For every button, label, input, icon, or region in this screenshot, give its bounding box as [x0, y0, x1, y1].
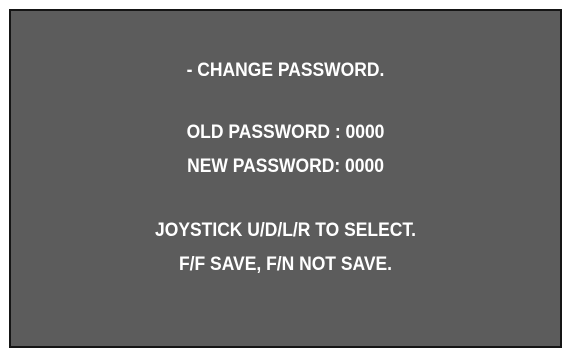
- instruction-select: JOYSTICK U/D/L/R TO SELECT.: [155, 220, 416, 241]
- menu-title: - CHANGE PASSWORD.: [186, 60, 385, 81]
- osd-menu-screen: - CHANGE PASSWORD. OLD PASSWORD : 0000 N…: [9, 9, 562, 348]
- new-password-field[interactable]: NEW PASSWORD: 0000: [33, 156, 538, 178]
- old-password-field[interactable]: OLD PASSWORD : 0000: [33, 122, 538, 144]
- instruction-save: F/F SAVE, F/N NOT SAVE.: [178, 254, 393, 275]
